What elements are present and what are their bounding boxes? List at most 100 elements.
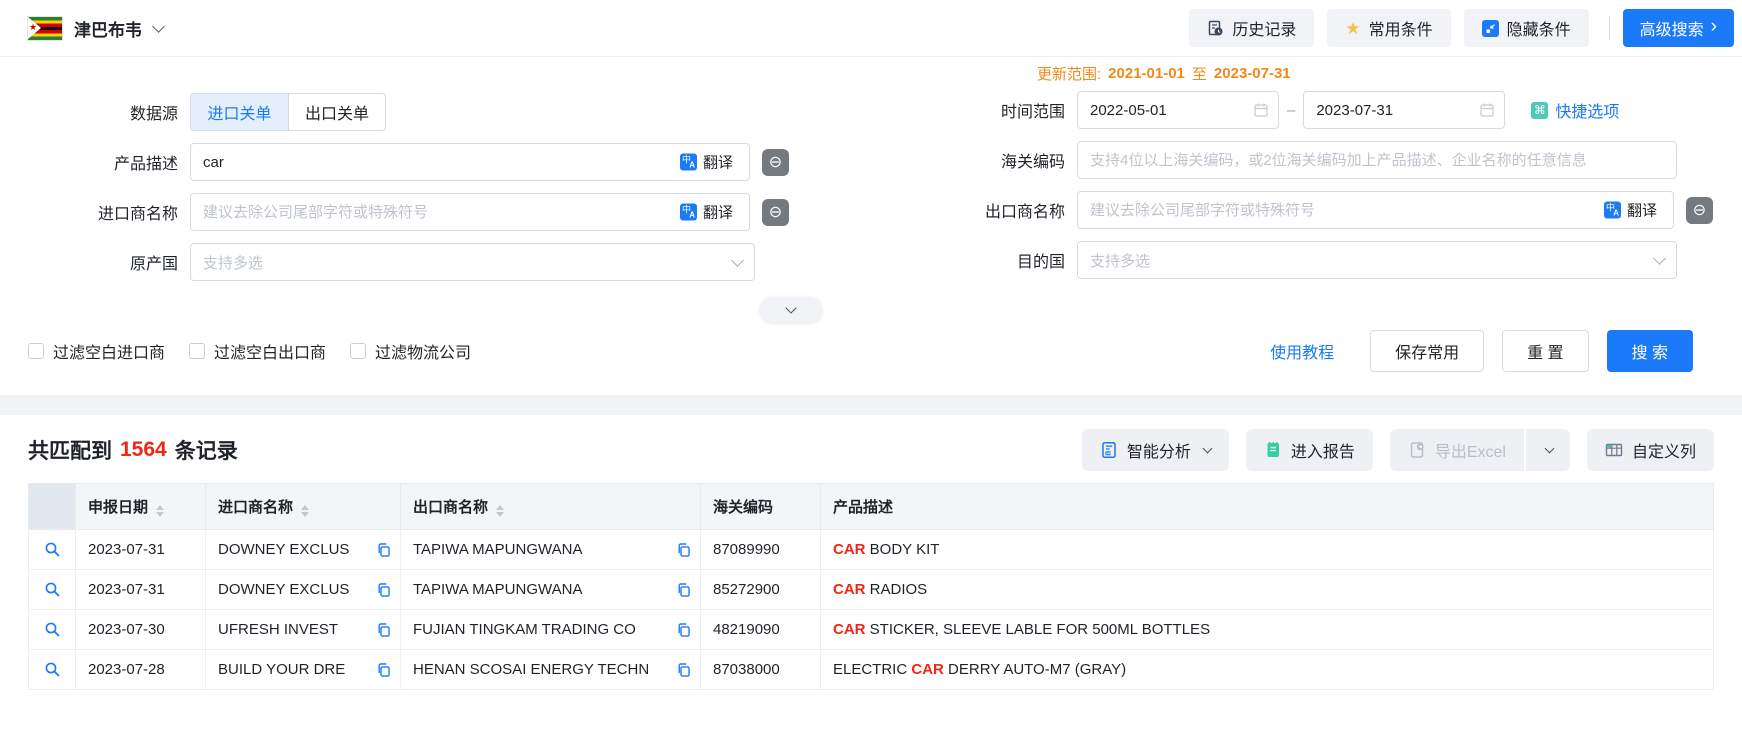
update-range-label: 更新范围: [1037, 63, 1101, 84]
exclude-product-toggle[interactable]: ⊖ [762, 149, 789, 176]
dest-country-row: 目的国 支持多选 [985, 241, 1713, 279]
product-desc-input[interactable] [190, 143, 750, 181]
analysis-icon [1100, 441, 1118, 459]
importer-cell: DOWNEY EXCLUS [206, 570, 401, 610]
declare-date-cell: 2023-07-31 [76, 530, 206, 570]
collapse-icon [1482, 20, 1499, 37]
checkbox-icon [189, 343, 205, 359]
country-selector-label[interactable]: 津巴布韦 [74, 16, 142, 41]
translate-product-button[interactable]: 中A 翻译 [674, 151, 739, 174]
exporter-row: 出口商名称 中A 翻译 ⊖ [985, 191, 1713, 229]
smart-analysis-button[interactable]: 智能分析 [1082, 429, 1229, 471]
search-button[interactable]: 搜 索 [1607, 330, 1693, 372]
tab-export-declarations[interactable]: 出口关单 [288, 94, 385, 130]
tutorial-link[interactable]: 使用教程 [1270, 339, 1334, 363]
chevron-down-icon [1545, 444, 1555, 454]
tab-import-declarations[interactable]: 进口关单 [191, 94, 288, 130]
table-header-row: 申报日期 进口商名称 出口商名称 海关编码 产品描述 [29, 484, 1714, 530]
copy-importer-button[interactable] [376, 662, 391, 677]
custom-columns-button[interactable]: 自定义列 [1587, 429, 1714, 471]
results-section: 共匹配到 1564 条记录 智能分析 进入报告 导出Excel [0, 415, 1742, 690]
sort-icon[interactable] [156, 505, 164, 517]
copy-exporter-button[interactable] [676, 582, 691, 597]
importer-name: BUILD YOUR DRE [218, 661, 345, 678]
copy-exporter-button[interactable] [676, 542, 691, 557]
date-from-input[interactable] [1077, 91, 1279, 129]
importer-input[interactable] [190, 193, 750, 231]
translate-importer-button[interactable]: 中A 翻译 [674, 201, 739, 224]
history-button[interactable]: 历史记录 [1189, 9, 1314, 47]
advanced-search-button[interactable]: 高级搜索 › [1623, 9, 1734, 47]
smart-analysis-label: 智能分析 [1127, 438, 1191, 462]
sort-icon[interactable] [496, 505, 504, 517]
chevron-right-icon: › [1711, 17, 1717, 36]
exclude-importer-toggle[interactable]: ⊖ [762, 199, 789, 226]
copy-importer-button[interactable] [376, 622, 391, 637]
collapse-form-button[interactable] [760, 297, 822, 322]
copy-icon [376, 582, 391, 597]
view-detail-button[interactable] [44, 661, 61, 678]
origin-country-label: 原产国 [28, 250, 178, 274]
declare-date-cell: 2023-07-31 [76, 570, 206, 610]
magnifier-icon [44, 661, 61, 678]
copy-icon [676, 542, 691, 557]
checkbox-icon [350, 343, 366, 359]
export-excel-dropdown[interactable] [1526, 429, 1570, 471]
hide-conditions-label: 隐藏条件 [1507, 16, 1571, 40]
save-conditions-button[interactable]: 保存常用 [1370, 330, 1484, 372]
importer-name: DOWNEY EXCLUS [218, 541, 349, 558]
filter-logistics-checkbox[interactable]: 过滤物流公司 [350, 339, 471, 363]
hs-code-cell: 85272900 [701, 570, 821, 610]
reset-button[interactable]: 重 置 [1502, 330, 1588, 372]
filter-logistics-label: 过滤物流公司 [375, 339, 471, 363]
chevron-down-icon [1653, 252, 1666, 265]
calendar-icon [1479, 102, 1495, 118]
translate-exporter-button[interactable]: 中A 翻译 [1598, 199, 1663, 222]
results-count-number: 1564 [120, 438, 167, 462]
copy-exporter-button[interactable] [676, 622, 691, 637]
magnifier-icon [44, 541, 61, 558]
data-source-label: 数据源 [28, 100, 178, 124]
section-divider [0, 395, 1742, 415]
sort-icon[interactable] [301, 505, 309, 517]
translate-label: 翻译 [1627, 200, 1657, 221]
exclude-exporter-toggle[interactable]: ⊖ [1686, 197, 1713, 224]
copy-importer-button[interactable] [376, 582, 391, 597]
importer-cell: UFRESH INVEST [206, 610, 401, 650]
exclude-icon: ⊖ [769, 152, 782, 172]
export-excel-button[interactable]: 导出Excel [1390, 429, 1524, 471]
view-detail-button[interactable] [44, 621, 61, 638]
filter-blank-exporter-checkbox[interactable]: 过滤空白出口商 [189, 339, 326, 363]
origin-country-select[interactable]: 支持多选 [190, 243, 755, 281]
copy-importer-button[interactable] [376, 542, 391, 557]
exporter-name: FUJIAN TINGKAM TRADING CO [413, 621, 636, 638]
filter-blank-exporter-label: 过滤空白出口商 [214, 339, 326, 363]
custom-columns-label: 自定义列 [1632, 438, 1696, 462]
keyword-highlight: CAR [833, 541, 866, 558]
enter-report-button[interactable]: 进入报告 [1246, 429, 1373, 471]
favorites-button[interactable]: ★ 常用条件 [1327, 9, 1450, 47]
importer-cell: BUILD YOUR DRE [206, 650, 401, 690]
hide-conditions-button[interactable]: 隐藏条件 [1464, 9, 1589, 47]
product-desc-label: 产品描述 [28, 150, 178, 174]
importer-name: UFRESH INVEST [218, 621, 338, 638]
copy-icon [376, 622, 391, 637]
exporter-input[interactable] [1077, 191, 1674, 229]
hs-code-input[interactable] [1077, 141, 1677, 179]
filter-row: 过滤空白进口商 过滤空白出口商 过滤物流公司 使用教程 保存常用 重 置 搜 索 [28, 329, 1693, 373]
zimbabwe-flag-icon: ★ [28, 17, 62, 40]
chevron-down-icon [731, 254, 744, 267]
origin-country-row: 原产国 支持多选 [28, 243, 789, 281]
chevron-down-icon[interactable] [152, 20, 165, 33]
view-detail-button[interactable] [44, 581, 61, 598]
view-detail-button[interactable] [44, 541, 61, 558]
divider [1609, 16, 1610, 40]
copy-exporter-button[interactable] [676, 662, 691, 677]
date-to-input[interactable] [1303, 91, 1505, 129]
filter-blank-importer-checkbox[interactable]: 过滤空白进口商 [28, 339, 165, 363]
quick-options-button[interactable]: ⌘ 快捷选项 [1531, 98, 1619, 122]
copy-icon [376, 542, 391, 557]
dest-country-select[interactable]: 支持多选 [1077, 241, 1677, 279]
update-range-to: 2023-07-31 [1214, 65, 1291, 82]
time-range-label: 时间范围 [985, 98, 1065, 122]
